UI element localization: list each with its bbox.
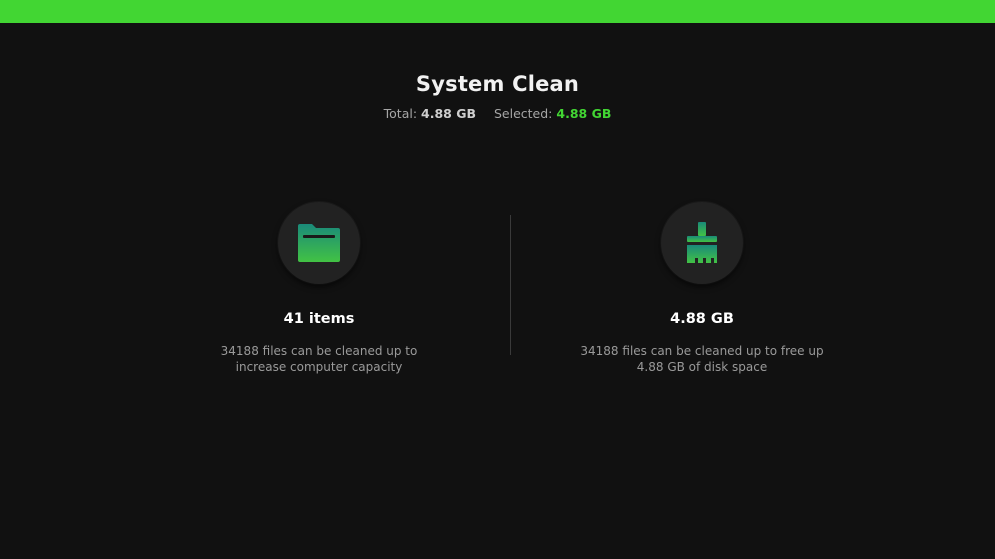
items-count: 41 items (283, 311, 355, 327)
broom-icon-circle (661, 202, 743, 284)
total-label: Total: (383, 106, 418, 121)
total-value: 4.88 GB (421, 106, 477, 121)
size-value: 4.88 GB (670, 311, 734, 327)
selected-label: Selected: (493, 106, 553, 121)
size-card: 4.88 GB 34188 files can be cleaned up to… (572, 202, 832, 375)
broom-icon (687, 222, 717, 263)
items-description: 34188 files can be cleaned up to increas… (220, 344, 418, 374)
selected-value: 4.88 GB (556, 106, 612, 121)
center-divider (510, 215, 511, 355)
top-accent-bar (0, 0, 995, 23)
size-summary: Total: 4.88 GB Selected: 4.88 GB (0, 106, 995, 121)
folder-icon-circle (278, 202, 360, 284)
size-description: 34188 files can be cleaned up to free up… (580, 344, 824, 374)
folder-icon (298, 224, 340, 262)
page-title: System Clean (415, 72, 580, 96)
items-card: 41 items 34188 files can be cleaned up t… (189, 202, 449, 375)
